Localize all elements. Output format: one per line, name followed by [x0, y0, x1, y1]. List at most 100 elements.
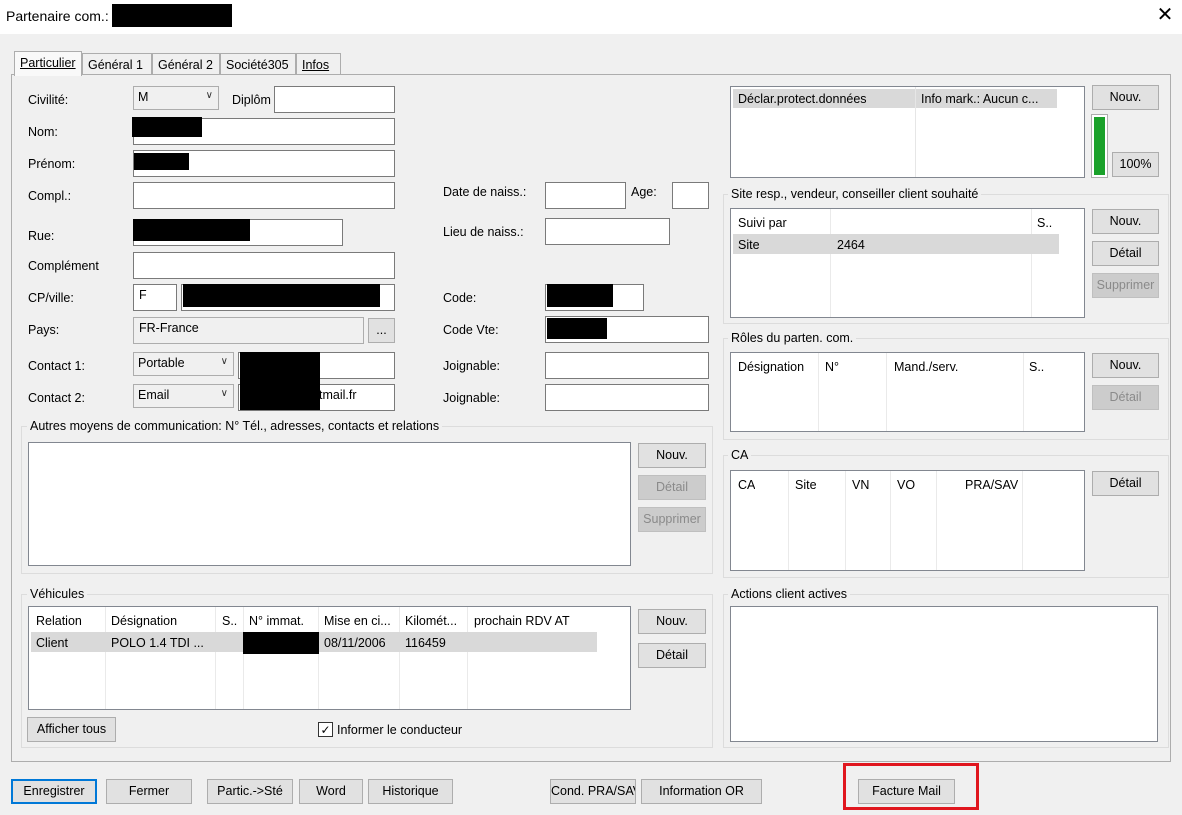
rue-label: Rue:: [28, 229, 55, 243]
show-all-button[interactable]: Afficher tous: [27, 717, 116, 742]
information-or-button[interactable]: Information OR: [641, 779, 762, 804]
contact1-type-select[interactable]: Portable ∨: [133, 352, 234, 376]
roles-col-mand: Mand./serv.: [894, 360, 959, 374]
roles-col-s: S..: [1029, 360, 1045, 374]
ca-col-pra-sav: PRA/SAV: [965, 478, 1019, 492]
civilite-label: Civilité:: [28, 93, 69, 107]
autres-list[interactable]: [28, 442, 631, 566]
autres-new-button[interactable]: Nouv.: [638, 443, 706, 468]
compl-input[interactable]: [133, 182, 395, 209]
ca-detail-button[interactable]: Détail: [1092, 471, 1159, 496]
contact2-type-select[interactable]: Email ∨: [133, 384, 234, 408]
invoice-mail-button[interactable]: Facture Mail: [858, 779, 955, 804]
privacy-level-bar: [1091, 114, 1108, 178]
close-icon[interactable]: ✕: [1152, 2, 1178, 28]
column-divider: [886, 353, 887, 431]
vehicles-col-km: Kilomét...: [405, 614, 458, 628]
civilite-select[interactable]: M ∨: [133, 86, 219, 110]
roles-detail-button[interactable]: Détail: [1092, 385, 1159, 410]
vehicles-col-immat: N° immat.: [249, 614, 304, 628]
privacy-percent-button[interactable]: 100%: [1112, 152, 1159, 177]
vehicles-col-designation: Désignation: [111, 614, 178, 628]
privacy-level-fill: [1094, 117, 1105, 175]
diplome-input[interactable]: [274, 86, 395, 113]
column-divider: [215, 607, 216, 709]
partic-to-societe-button[interactable]: Partic.->Sté: [207, 779, 293, 804]
code-label: Code:: [443, 291, 477, 305]
vehicles-new-button[interactable]: Nouv.: [638, 609, 706, 634]
lieu-naiss-input[interactable]: [545, 218, 670, 245]
column-divider: [1031, 209, 1032, 317]
ca-col-vn: VN: [852, 478, 870, 492]
tab-general-2[interactable]: Général 2: [152, 53, 220, 75]
tab-particulier[interactable]: Particulier: [14, 51, 82, 76]
vehicles-list[interactable]: Relation Désignation S.. N° immat. Mise …: [28, 606, 631, 710]
pays-label: Pays:: [28, 323, 60, 337]
age-label: Age:: [631, 185, 657, 199]
actions-list[interactable]: [730, 606, 1158, 742]
site-resp-new-button[interactable]: Nouv.: [1092, 209, 1159, 234]
history-button[interactable]: Historique: [368, 779, 453, 804]
site-resp-row[interactable]: [733, 234, 1059, 254]
ca-col-site: Site: [795, 478, 817, 492]
site-resp-detail-button[interactable]: Détail: [1092, 241, 1159, 266]
joignable1-input[interactable]: [545, 352, 709, 379]
actions-title: Actions client actives: [728, 587, 851, 601]
roles-list[interactable]: Désignation N° Mand./serv. S..: [730, 352, 1085, 432]
column-divider: [830, 209, 831, 317]
autres-delete-button[interactable]: Supprimer: [638, 507, 706, 532]
redacted-partner-name: [112, 4, 232, 27]
privacy-new-button[interactable]: Nouv.: [1092, 85, 1159, 110]
column-divider: [318, 607, 319, 709]
column-divider: [105, 607, 106, 709]
redacted-code-vte: [547, 318, 607, 339]
diplome-label: Diplôm: [232, 93, 271, 107]
ca-list[interactable]: CA Site VN VO PRA/SAV: [730, 470, 1085, 571]
vehicles-col-relation: Relation: [36, 614, 82, 628]
joignable2-input[interactable]: [545, 384, 709, 411]
vehicles-title: Véhicules: [27, 587, 88, 601]
tab-general-1[interactable]: Général 1: [82, 53, 152, 75]
vehicles-detail-button[interactable]: Détail: [638, 643, 706, 668]
inform-driver-checkbox[interactable]: ✓: [318, 722, 333, 737]
complement-label: Complément: [28, 259, 99, 273]
lieu-naiss-label: Lieu de naiss.:: [443, 225, 524, 239]
cond-pra-sav-button[interactable]: Cond. PRA/SAV: [550, 779, 636, 804]
roles-new-button[interactable]: Nouv.: [1092, 353, 1159, 378]
column-divider: [890, 471, 891, 570]
window-title: Partenaire com.:: [6, 8, 109, 24]
autres-detail-button[interactable]: Détail: [638, 475, 706, 500]
column-divider: [243, 607, 244, 709]
joignable1-label: Joignable:: [443, 359, 500, 373]
roles-col-designation: Désignation: [738, 360, 805, 374]
site-resp-col-suivi: Suivi par: [738, 216, 787, 230]
nom-label: Nom:: [28, 125, 58, 139]
column-divider: [915, 87, 916, 177]
site-resp-col-s: S..: [1037, 216, 1053, 230]
age-input[interactable]: [672, 182, 709, 209]
tab-infos[interactable]: Infos: [296, 53, 341, 75]
tab-societe305[interactable]: Société305: [220, 53, 296, 75]
column-divider: [1023, 353, 1024, 431]
site-resp-delete-button[interactable]: Supprimer: [1092, 273, 1159, 298]
privacy-list[interactable]: Déclar.protect.données Info mark.: Aucun…: [730, 86, 1085, 178]
compl-label: Compl.:: [28, 189, 72, 203]
site-resp-list[interactable]: Suivi par S.. Site 2464: [730, 208, 1085, 318]
save-button[interactable]: Enregistrer: [11, 779, 97, 804]
site-resp-title: Site resp., vendeur, conseiller client s…: [728, 187, 982, 201]
date-naiss-label: Date de naiss.:: [443, 185, 527, 199]
date-naiss-input[interactable]: [545, 182, 626, 209]
complement-input[interactable]: [133, 252, 395, 279]
contact1-label: Contact 1:: [28, 359, 85, 373]
roles-title: Rôles du parten. com.: [728, 331, 857, 345]
privacy-col-info-mark: Info mark.: Aucun c...: [921, 92, 1039, 106]
pays-browse-button[interactable]: ...: [368, 318, 395, 343]
cp-input[interactable]: F: [133, 284, 177, 311]
cpville-label: CP/ville:: [28, 291, 74, 305]
vehicles-col-rdv: prochain RDV AT: [474, 614, 570, 628]
word-button[interactable]: Word: [299, 779, 363, 804]
close-button[interactable]: Fermer: [106, 779, 192, 804]
vehicles-col-s: S..: [222, 614, 238, 628]
column-divider: [1022, 471, 1023, 570]
privacy-col-declaration: Déclar.protect.données: [738, 92, 867, 106]
